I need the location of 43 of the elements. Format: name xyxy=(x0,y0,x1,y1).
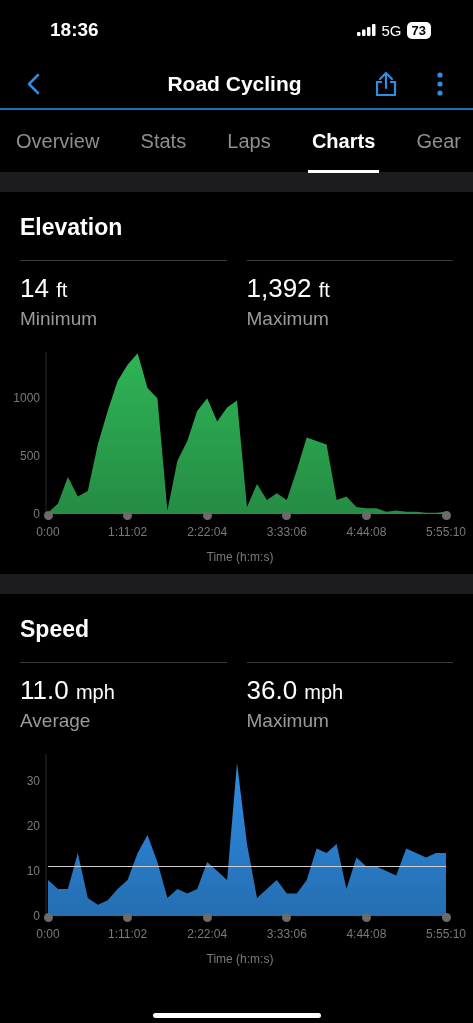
axis-title: Time (h:m:s) xyxy=(206,550,274,564)
axis-label: 30 xyxy=(26,774,40,788)
axis-label: 2:22:04 xyxy=(187,525,228,539)
axis-label: 500 xyxy=(19,449,40,464)
axis-label: 0 xyxy=(33,909,40,923)
tab[interactable]: Stats xyxy=(136,109,191,173)
battery-indicator: 73 xyxy=(406,21,431,39)
axis-label: 0:00 xyxy=(36,525,60,539)
stat-value: 1,392 ft xyxy=(246,273,331,304)
axis-label: 5:55:10 xyxy=(426,927,466,941)
section-title: Elevation xyxy=(19,213,124,240)
axis-label: 4:44:08 xyxy=(346,525,387,539)
tab[interactable]: Gear xyxy=(412,109,465,173)
back-icon[interactable] xyxy=(26,73,40,95)
axis-label: 1000 xyxy=(13,391,40,406)
stat-value: 36.0 mph xyxy=(246,675,345,706)
more-icon[interactable] xyxy=(437,72,443,96)
tab[interactable]: Overview xyxy=(12,109,104,173)
network-label: 5G xyxy=(381,21,402,39)
status-time: 18:36 xyxy=(50,19,99,41)
section-title: Speed xyxy=(19,615,91,642)
signal-icon xyxy=(356,24,377,36)
stat-label: Average xyxy=(20,710,92,732)
axis-label: 1:11:02 xyxy=(108,525,148,539)
axis-label: 4:44:08 xyxy=(346,927,387,941)
axis-label: 0 xyxy=(33,507,40,521)
axis-label: 10 xyxy=(26,864,40,878)
stat-label: Maximum xyxy=(246,710,330,732)
page-title: Road Cycling xyxy=(167,72,302,96)
axis-label: 5:55:10 xyxy=(426,525,466,539)
axis-title: Time (h:m:s) xyxy=(206,952,274,966)
axis-label: 1:11:02 xyxy=(108,927,148,941)
stat-value: 14 ft xyxy=(20,273,69,304)
tab[interactable]: Laps xyxy=(223,109,275,173)
axis-label: 3:33:06 xyxy=(266,525,307,539)
axis-label: 0:00 xyxy=(36,927,60,941)
axis-label: 2:22:04 xyxy=(187,927,228,941)
share-icon[interactable] xyxy=(375,71,397,97)
stat-label: Minimum xyxy=(20,308,99,330)
axis-label: 3:33:06 xyxy=(266,927,307,941)
axis-label: 20 xyxy=(26,819,40,833)
stat-label: Maximum xyxy=(246,308,330,330)
stat-value: 11.0 mph xyxy=(20,675,116,706)
